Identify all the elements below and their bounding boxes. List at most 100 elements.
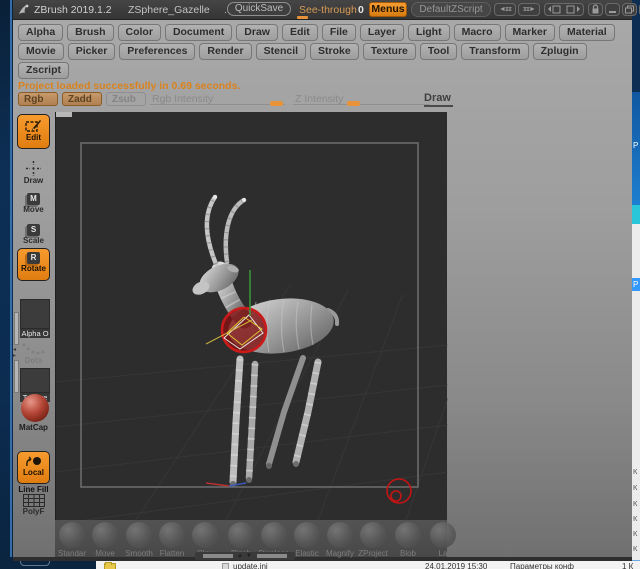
title-bar: ZBrush 2019.1.2 ZSphere_Gazelle .. • Fre… [13,0,632,20]
ini-file-icon[interactable] [222,563,229,569]
menu-texture[interactable]: Texture [363,43,416,60]
menu-light[interactable]: Light [408,24,450,41]
brush-thumb-blob[interactable] [395,522,421,548]
alpha-thumbnail[interactable] [20,299,50,329]
right-tray-toggle-icon[interactable]: ɪɪɪɪ► [518,3,540,16]
brush-label: ZProject [353,549,393,558]
brush-thumb-move[interactable] [92,522,118,548]
menu-document[interactable]: Document [165,24,232,41]
brush-label: La [423,549,463,558]
polyframe-button[interactable]: PolyF [17,494,50,516]
left-tray-handle-arrows[interactable]: ◂▸ [13,347,16,359]
scale-mode-button[interactable]: S Scale [17,224,50,245]
menu-row-1: Alpha Brush Color Document Draw Edit Fil… [18,24,615,41]
viewport-canvas[interactable] [55,112,447,520]
brush-thumb-displace[interactable] [261,522,287,548]
brush-thumb-elastic[interactable] [294,522,320,548]
explorer-size-letter: К [633,500,640,508]
menu-color[interactable]: Color [118,24,161,41]
texture-thumbnail[interactable] [20,368,50,393]
app-title: ZBrush 2019.1.2 [34,4,112,16]
line-fill-label: Line Fill [17,485,50,494]
menu-file[interactable]: File [322,24,356,41]
rotate-icon: R [27,252,40,264]
tray-scroll-bar-right[interactable] [257,554,287,558]
see-through-value: 0 [358,4,364,16]
menu-material[interactable]: Material [559,24,615,41]
menu-zscript[interactable]: Zscript [18,62,69,79]
tray-scroll-down-icon[interactable]: ▼ [246,552,252,560]
brush-thumb-clay[interactable] [192,522,218,548]
quicksave-button[interactable]: QuickSave [227,2,291,16]
tray-scrollbar[interactable]: ▲ ▼ [195,552,295,560]
lock-button[interactable] [588,3,603,16]
brush-thumb-smooth[interactable] [126,522,152,548]
minimize-icon [606,4,619,15]
menu-tool[interactable]: Tool [420,43,457,60]
local-symmetry-button[interactable]: Local [17,451,50,484]
rgb-intensity-track[interactable] [150,104,285,105]
folder-icon[interactable] [104,563,116,569]
zsub-toggle[interactable]: Zsub [106,92,146,106]
rgb-intensity-handle[interactable] [270,101,283,106]
menu-movie[interactable]: Movie [18,43,64,60]
menu-macro[interactable]: Macro [454,24,501,41]
restore-icon [623,4,636,15]
draw-mode-button[interactable]: Draw [17,161,50,185]
explorer-selected-row[interactable]: P [632,278,640,291]
menu-transform[interactable]: Transform [461,43,528,60]
left-tray-handle-top[interactable] [14,312,19,345]
menu-draw[interactable]: Draw [236,24,278,41]
explorer-size-letter: К [633,545,640,553]
brush-thumb-zproject[interactable] [360,522,386,548]
canvas-corner-tab[interactable] [56,112,72,117]
menu-zplugin[interactable]: Zplugin [533,43,587,60]
zadd-toggle[interactable]: Zadd [62,92,102,106]
restore-button[interactable] [622,3,637,16]
brush-thumb-flatten[interactable] [159,522,185,548]
status-message: Project loaded successfully in 0.69 seco… [18,80,240,92]
rotate-label: Rotate [18,264,49,273]
menu-marker[interactable]: Marker [505,24,555,41]
menu-brush[interactable]: Brush [67,24,113,41]
move-icon: M [27,193,40,205]
brush-thumb-layer[interactable] [430,522,456,548]
palette-dock-icons[interactable] [544,3,584,16]
move-mode-button[interactable]: M Move [17,193,50,214]
menu-edit[interactable]: Edit [282,24,318,41]
default-zscript-button[interactable]: DefaultZScript [411,2,491,17]
menu-render[interactable]: Render [199,43,251,60]
edit-icon [25,119,42,133]
menu-alpha[interactable]: Alpha [18,24,63,41]
menu-preferences[interactable]: Preferences [119,43,195,60]
brush-thumb-pinch[interactable] [228,522,254,548]
menu-row-2: Movie Picker Preferences Render Stencil … [18,43,587,60]
z-intensity-track[interactable] [293,104,430,105]
menus-button[interactable]: Menus [369,2,407,17]
draw-size-slider[interactable]: Draw [424,92,453,107]
stroke-type-label: Dots [17,356,50,365]
tray-scroll-bar-left[interactable] [203,554,233,558]
z-intensity-handle[interactable] [347,101,360,106]
explorer-bottom-row: update.ini 24.01.2019 15:30 Параметры ко… [96,560,640,569]
edit-button[interactable]: Edit [17,114,50,149]
minimize-button[interactable] [605,3,620,16]
tray-scroll-up-icon[interactable]: ▲ [237,552,243,560]
stroke-type-button[interactable]: Dots [17,343,50,365]
menu-stencil[interactable]: Stencil [256,43,306,60]
see-through-slider[interactable] [297,16,308,19]
menu-layer[interactable]: Layer [360,24,404,41]
rgb-toggle[interactable]: Rgb [18,92,58,106]
explorer-file-name[interactable]: update.ini [233,562,268,569]
rotate-mode-button[interactable]: R Rotate [17,248,50,281]
matcap-thumbnail[interactable] [21,394,49,422]
menu-picker[interactable]: Picker [68,43,116,60]
menu-stroke[interactable]: Stroke [310,43,359,60]
dock-pages-icon [545,4,583,15]
brush-thumb-magnify[interactable] [327,522,353,548]
local-label: Local [18,468,49,477]
brush-thumb-standard[interactable] [59,522,85,548]
left-tray-toggle-icon[interactable]: ◄ɪɪɪɪ [494,3,516,16]
lock-icon [589,4,602,15]
active-zsphere[interactable] [206,308,266,352]
